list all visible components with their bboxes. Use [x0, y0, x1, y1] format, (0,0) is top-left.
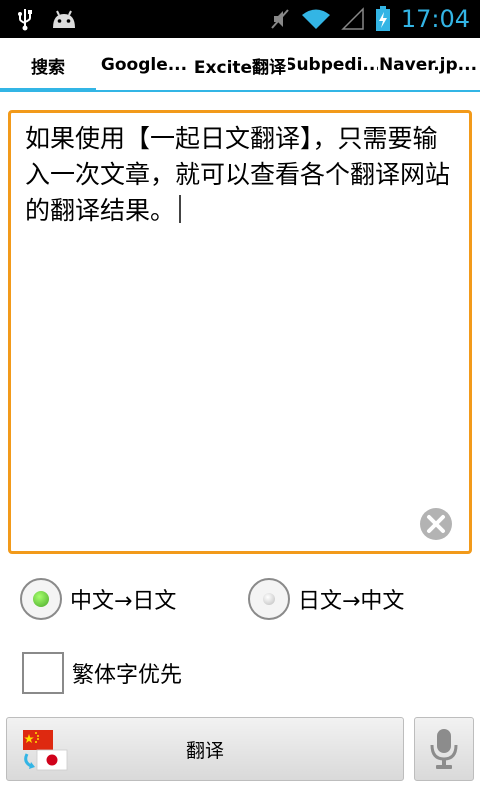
wifi-icon [301, 9, 330, 29]
checkbox-label: 繁体字优先 [72, 663, 183, 688]
mute-icon [271, 9, 289, 29]
radio-label: 日文→中文 [298, 589, 405, 614]
traditional-first-checkbox[interactable] [22, 652, 64, 694]
tab-naver[interactable]: Naver.jp... [378, 38, 478, 92]
tab-label: 搜索 [31, 57, 65, 78]
tab-search[interactable]: 搜索 [0, 38, 96, 92]
tab-label: Subpedi... [288, 55, 378, 75]
radio-button-unselected[interactable] [248, 578, 290, 620]
microphone-icon [430, 729, 458, 769]
traditional-first-checkbox-row[interactable]: 繁体字优先 [22, 652, 182, 694]
tab-label: Google... [100, 55, 188, 75]
translate-button-label: 翻译 [185, 739, 224, 762]
clear-icon[interactable] [419, 507, 453, 541]
radio-zh-to-ja[interactable]: 中文→日文 [20, 578, 176, 620]
text-cursor [179, 195, 182, 223]
translate-button[interactable]: 翻译 [6, 717, 404, 781]
voice-input-button[interactable] [414, 717, 474, 781]
tab-bar: 搜索 Google... Excite翻译 Subpedi... Naver.j… [0, 38, 480, 92]
clock: 17:04 [400, 5, 470, 33]
tab-label: Naver.jp... [378, 55, 478, 75]
radio-label: 中文→日文 [70, 589, 177, 614]
source-text-content: 如果使用【一起日文翻译】，只需要输入一次文章，就可以查看各个翻译网站的翻译结果。 [25, 121, 459, 229]
direction-radio-group: 中文→日文 日文→中文 [0, 578, 480, 622]
language-flags-icon [23, 730, 68, 771]
tab-label: Excite翻译 [193, 57, 287, 78]
source-text-value: 如果使用【一起日文翻译】，只需要输入一次文章，就可以查看各个翻译网站的翻译结果。 [25, 124, 451, 225]
source-text-input[interactable]: 如果使用【一起日文翻译】，只需要输入一次文章，就可以查看各个翻译网站的翻译结果。 [8, 110, 472, 554]
usb-icon [18, 9, 32, 31]
radio-button-selected[interactable] [20, 578, 62, 620]
radio-ja-to-zh[interactable]: 日文→中文 [248, 578, 404, 620]
battery-charging-icon [375, 6, 390, 31]
tab-excite[interactable]: Excite翻译 [192, 38, 288, 92]
signal-icon [341, 7, 364, 30]
tab-subpedia[interactable]: Subpedi... [288, 38, 378, 92]
tab-google[interactable]: Google... [96, 38, 192, 92]
android-icon [53, 10, 75, 28]
status-bar: 17:04 [0, 0, 480, 38]
